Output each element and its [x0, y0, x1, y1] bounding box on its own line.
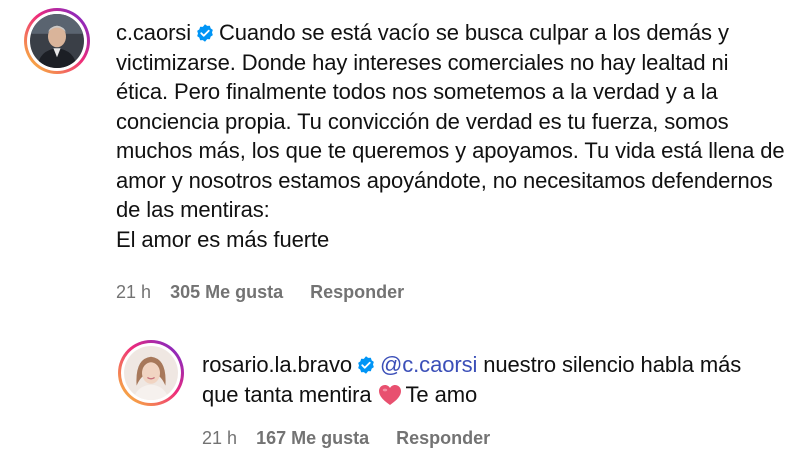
- reply-meta: 21 h 167 Me gusta Responder: [202, 428, 490, 449]
- avatar-c-caorsi[interactable]: [24, 8, 90, 74]
- comment-body: c.caorsi Cuando se está vacío se busca cu…: [116, 18, 786, 254]
- avatar-rosario-la-bravo[interactable]: [118, 340, 184, 406]
- verified-badge-icon: [197, 24, 213, 42]
- verified-badge-icon: [358, 356, 374, 374]
- comment-username[interactable]: c.caorsi: [116, 20, 191, 45]
- reply-username[interactable]: rosario.la.bravo: [202, 352, 352, 377]
- comment-text-closing: El amor es más fuerte: [116, 226, 330, 252]
- avatar-frame: [27, 11, 87, 71]
- reply-likes-count[interactable]: 167 Me gusta: [256, 428, 369, 448]
- reply-button[interactable]: Responder: [396, 428, 490, 448]
- mention-link[interactable]: @c.caorsi: [380, 352, 477, 377]
- comment-text: Cuando se está vacío se busca culpar a l…: [116, 20, 785, 222]
- comment-likes-count[interactable]: 305 Me gusta: [170, 282, 283, 302]
- reply-button[interactable]: Responder: [310, 282, 404, 302]
- avatar-photo-woman: [124, 346, 178, 400]
- reply-text-closing: Te amo: [405, 381, 478, 407]
- avatar-photo-man: [30, 14, 84, 68]
- comment-meta: 21 h 305 Me gusta Responder: [116, 282, 404, 303]
- reply-timestamp: 21 h: [202, 428, 238, 448]
- avatar-frame: [121, 343, 181, 403]
- reply-body: rosario.la.bravo @c.caorsi nuestro silenc…: [202, 350, 782, 409]
- red-heart-icon: [378, 384, 401, 405]
- comment-timestamp: 21 h: [116, 282, 152, 302]
